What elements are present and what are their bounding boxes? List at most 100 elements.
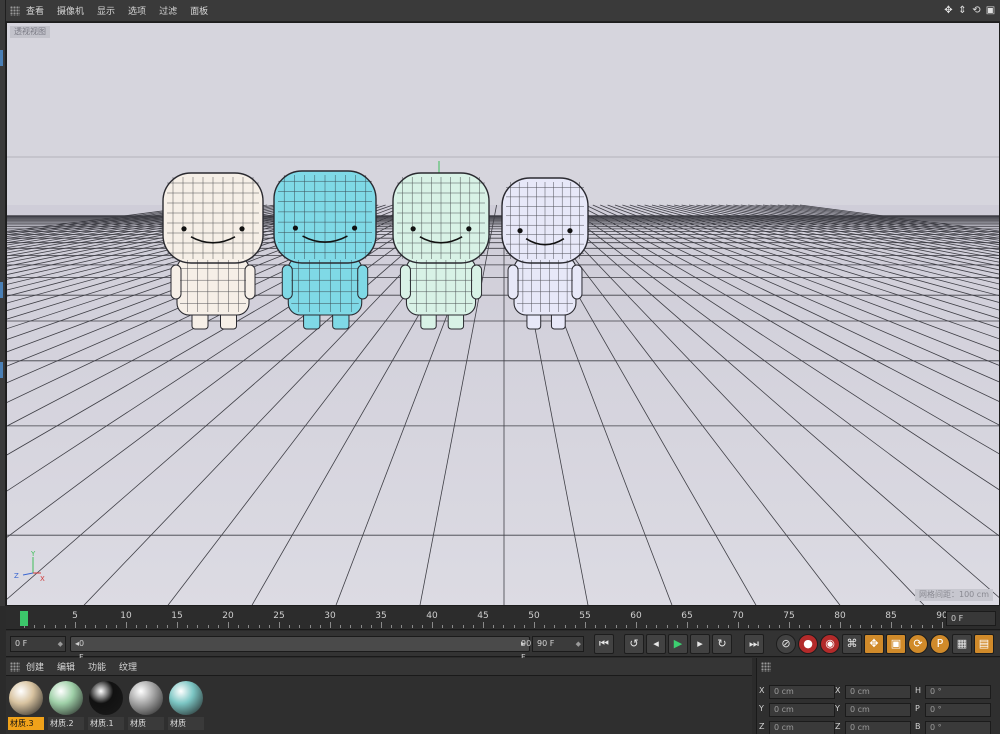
character-4[interactable] (501, 177, 589, 330)
play-button[interactable]: ▶ (668, 634, 688, 654)
coord-value-field[interactable]: 0 cm (769, 721, 835, 734)
frame-tick-label: 50 (528, 611, 540, 621)
frame-tick (452, 625, 454, 628)
grid-spacing-info: 网格间距：100 cm (914, 589, 993, 601)
frame-tick-label: 55 (579, 611, 591, 621)
motion-clips-button[interactable]: ▤ (974, 634, 994, 654)
coord-value-field[interactable]: 0 ° (925, 721, 991, 734)
material-swatch[interactable]: 材质.3 (8, 679, 44, 730)
menu-camera[interactable]: 摄像机 (57, 4, 84, 17)
prev-key-button[interactable]: ↺ (624, 634, 644, 654)
panel-grip-icon[interactable] (10, 661, 20, 672)
frame-tick (748, 625, 750, 628)
material-swatch[interactable]: 材质.2 (48, 679, 84, 730)
pla-key-button[interactable]: ▦ (952, 634, 972, 654)
frame-tick (166, 625, 168, 628)
frame-tick (411, 625, 413, 628)
menu-texture[interactable]: 纹理 (119, 660, 137, 673)
frame-tick (228, 622, 229, 628)
rotate-view-icon[interactable]: ⟲ (971, 5, 982, 16)
coord-value-field[interactable]: 0 cm (845, 685, 911, 699)
coord-value-field[interactable]: 0 ° (925, 685, 991, 699)
next-frame-button[interactable]: ▸ (690, 634, 710, 654)
play-icon: ▶ (673, 637, 683, 650)
frame-tick (758, 625, 760, 628)
tool-marker[interactable] (0, 50, 3, 66)
spinner-icon[interactable]: ◆ (576, 637, 581, 651)
frame-ruler[interactable]: 051015202530354045505560657075808590 (12, 608, 948, 630)
material-preview (129, 681, 163, 715)
coord-value-field[interactable]: 0 ° (925, 703, 991, 717)
rotation-key-button[interactable]: ⟳ (908, 634, 928, 654)
go-end-icon: ⏭ (749, 637, 759, 650)
menu-edit[interactable]: 编辑 (57, 660, 75, 673)
panel-grip-icon[interactable] (761, 662, 771, 672)
coord-value-field[interactable]: 0 cm (845, 721, 911, 734)
frame-tick (503, 625, 505, 628)
menu-view[interactable]: 查看 (26, 4, 44, 17)
record-keys-button[interactable]: ● (798, 634, 818, 654)
character-2[interactable] (273, 170, 377, 330)
go-end-button[interactable]: ⏭ (744, 634, 764, 654)
frame-tick (44, 625, 46, 628)
frame-tick (768, 625, 770, 628)
frame-tick (778, 625, 780, 628)
frame-tick (136, 625, 138, 628)
coord-axis-label: H (915, 686, 922, 695)
panel-grip-icon[interactable] (10, 5, 20, 16)
frame-tick (64, 625, 66, 628)
frame-tick (727, 625, 729, 628)
auto-key-button[interactable]: ◉ (820, 634, 840, 654)
key-selection-button[interactable]: ⌘ (842, 634, 862, 654)
coord-value-field[interactable]: 0 cm (769, 685, 835, 699)
frame-tick (85, 625, 87, 628)
scale-key-button[interactable]: ▣ (886, 634, 906, 654)
material-swatch[interactable]: 材质 (128, 679, 164, 730)
move-view-icon[interactable]: ✥ (943, 5, 954, 16)
rotate-icon: ⟳ (913, 637, 923, 650)
character-1[interactable] (162, 172, 264, 330)
frame-tick (381, 622, 382, 628)
end-frame-field[interactable]: 90 F ◆ (532, 636, 584, 652)
menu-display[interactable]: 显示 (97, 4, 115, 17)
zoom-view-icon[interactable]: ⇕ (957, 5, 968, 16)
coord-axis-label: P (915, 704, 920, 713)
menu-filter[interactable]: 过滤 (159, 4, 177, 17)
spinner-icon[interactable]: ◆ (58, 637, 63, 651)
menu-options[interactable]: 选项 (128, 4, 146, 17)
frame-tick (279, 622, 280, 628)
toggle-view-icon[interactable]: ▣ (985, 5, 996, 16)
material-swatch[interactable]: 材质.1 (88, 679, 124, 730)
menu-create[interactable]: 创建 (26, 660, 44, 673)
prev-frame-button[interactable]: ◂ (646, 634, 666, 654)
viewport-label: 透视视图 (10, 26, 50, 38)
preview-range-slider[interactable]: ◂ 0 F 90 F ▸ (70, 636, 531, 662)
param-key-button[interactable]: P (930, 634, 950, 654)
timeline-ruler[interactable]: 051015202530354045505560657075808590 0 F (6, 608, 1000, 630)
timeline-end-field[interactable]: 0 F (946, 611, 996, 626)
coord-value-field[interactable]: 0 cm (845, 703, 911, 717)
film-icon: ▤ (978, 637, 990, 650)
sky-background (7, 23, 999, 205)
tool-marker[interactable] (0, 362, 3, 378)
menu-function[interactable]: 功能 (88, 660, 106, 673)
frame-tick (207, 625, 209, 628)
coord-value-field[interactable]: 0 cm (769, 703, 835, 717)
frame-tick (564, 625, 566, 628)
frame-tick (238, 625, 240, 628)
frame-tick (187, 625, 189, 628)
next-key-button[interactable]: ↻ (712, 634, 732, 654)
tool-marker[interactable] (0, 282, 3, 298)
record-off-button[interactable]: ⊘ (776, 634, 796, 654)
material-swatch[interactable]: 材质 (168, 679, 204, 730)
character-3[interactable] (392, 172, 490, 330)
menu-panel[interactable]: 面板 (190, 4, 208, 17)
frame-tick-label: 5 (72, 611, 78, 621)
frame-tick (299, 625, 301, 628)
go-start-button[interactable]: ⏮ (594, 634, 614, 654)
perspective-viewport[interactable]: 透视视图 网格间距：100 cm Y X Z (6, 22, 1000, 606)
start-frame-field[interactable]: 0 F ◆ (10, 636, 66, 652)
position-key-button[interactable]: ✥ (864, 634, 884, 654)
frame-tick (942, 622, 943, 628)
playhead[interactable] (20, 611, 28, 626)
